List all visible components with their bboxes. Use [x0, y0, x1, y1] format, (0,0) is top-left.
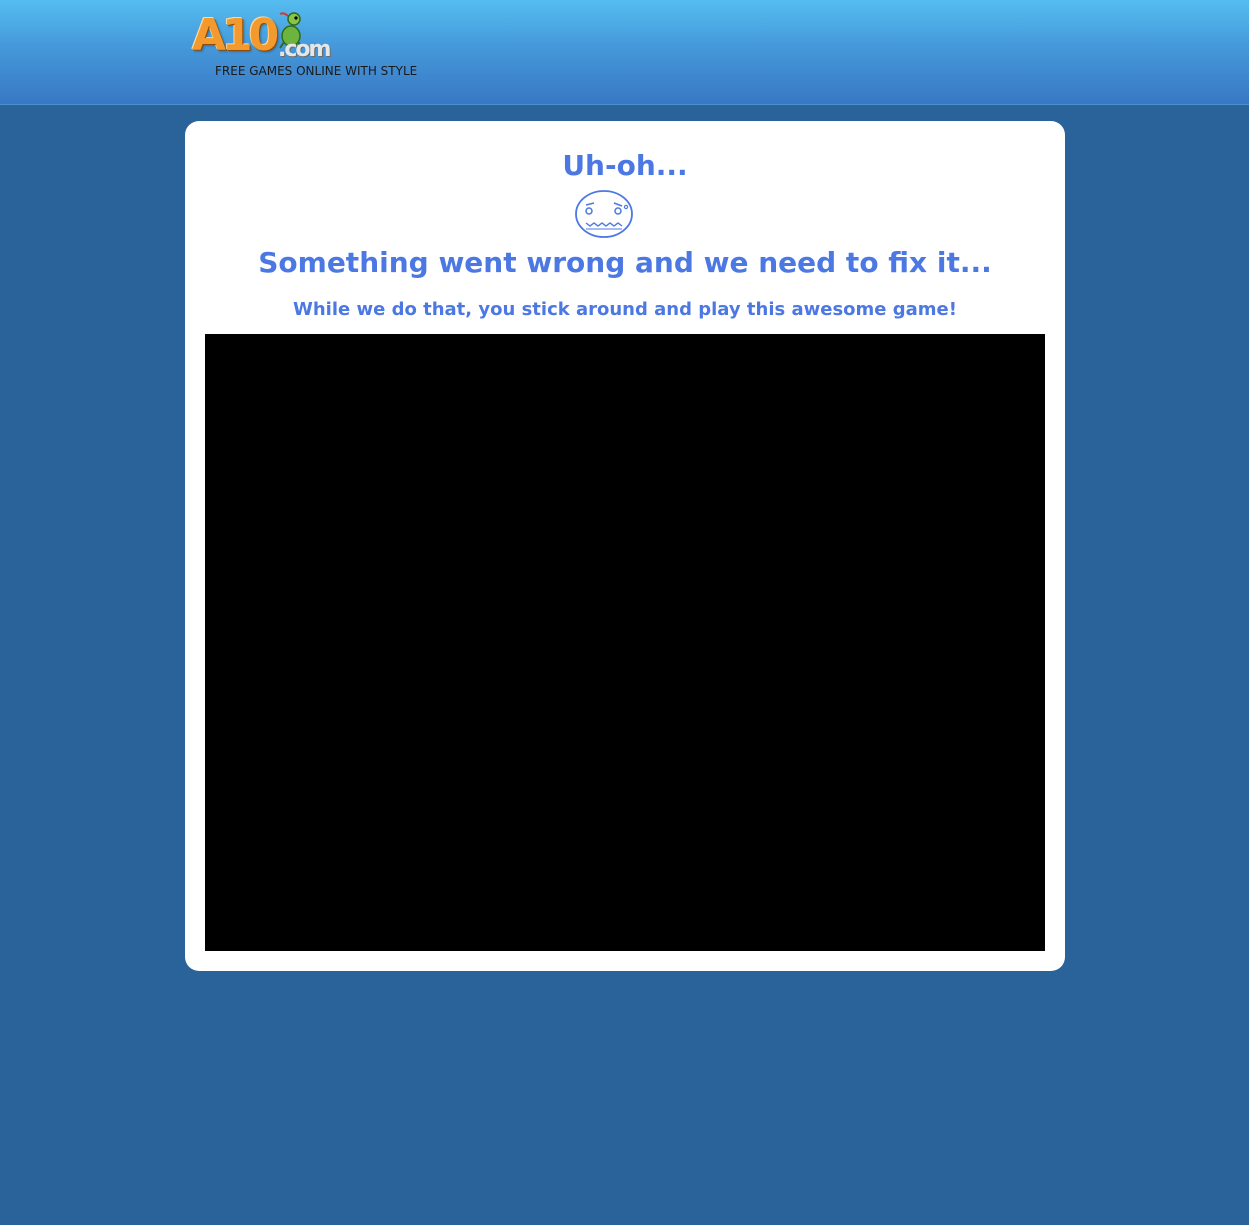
- site-tagline: FREE GAMES ONLINE WITH STYLE: [215, 64, 418, 78]
- game-embed[interactable]: [205, 334, 1045, 951]
- error-headline: Something went wrong and we need to fix …: [258, 246, 992, 279]
- worried-face-icon: [575, 190, 633, 238]
- error-title: Uh-oh...: [562, 149, 688, 182]
- logo-dotcom: .com: [278, 37, 331, 62]
- error-subline: While we do that, you stick around and p…: [293, 299, 957, 320]
- error-card: Uh-oh... Something went wrong and we nee…: [185, 121, 1065, 971]
- site-header: A10 .com FREE GAMES ONLINE WITH STYLE: [0, 0, 1249, 105]
- site-logo[interactable]: A10 .com FREE GAMES ONLINE WITH STYLE: [192, 10, 452, 82]
- logo-wordmark: A10: [192, 10, 279, 61]
